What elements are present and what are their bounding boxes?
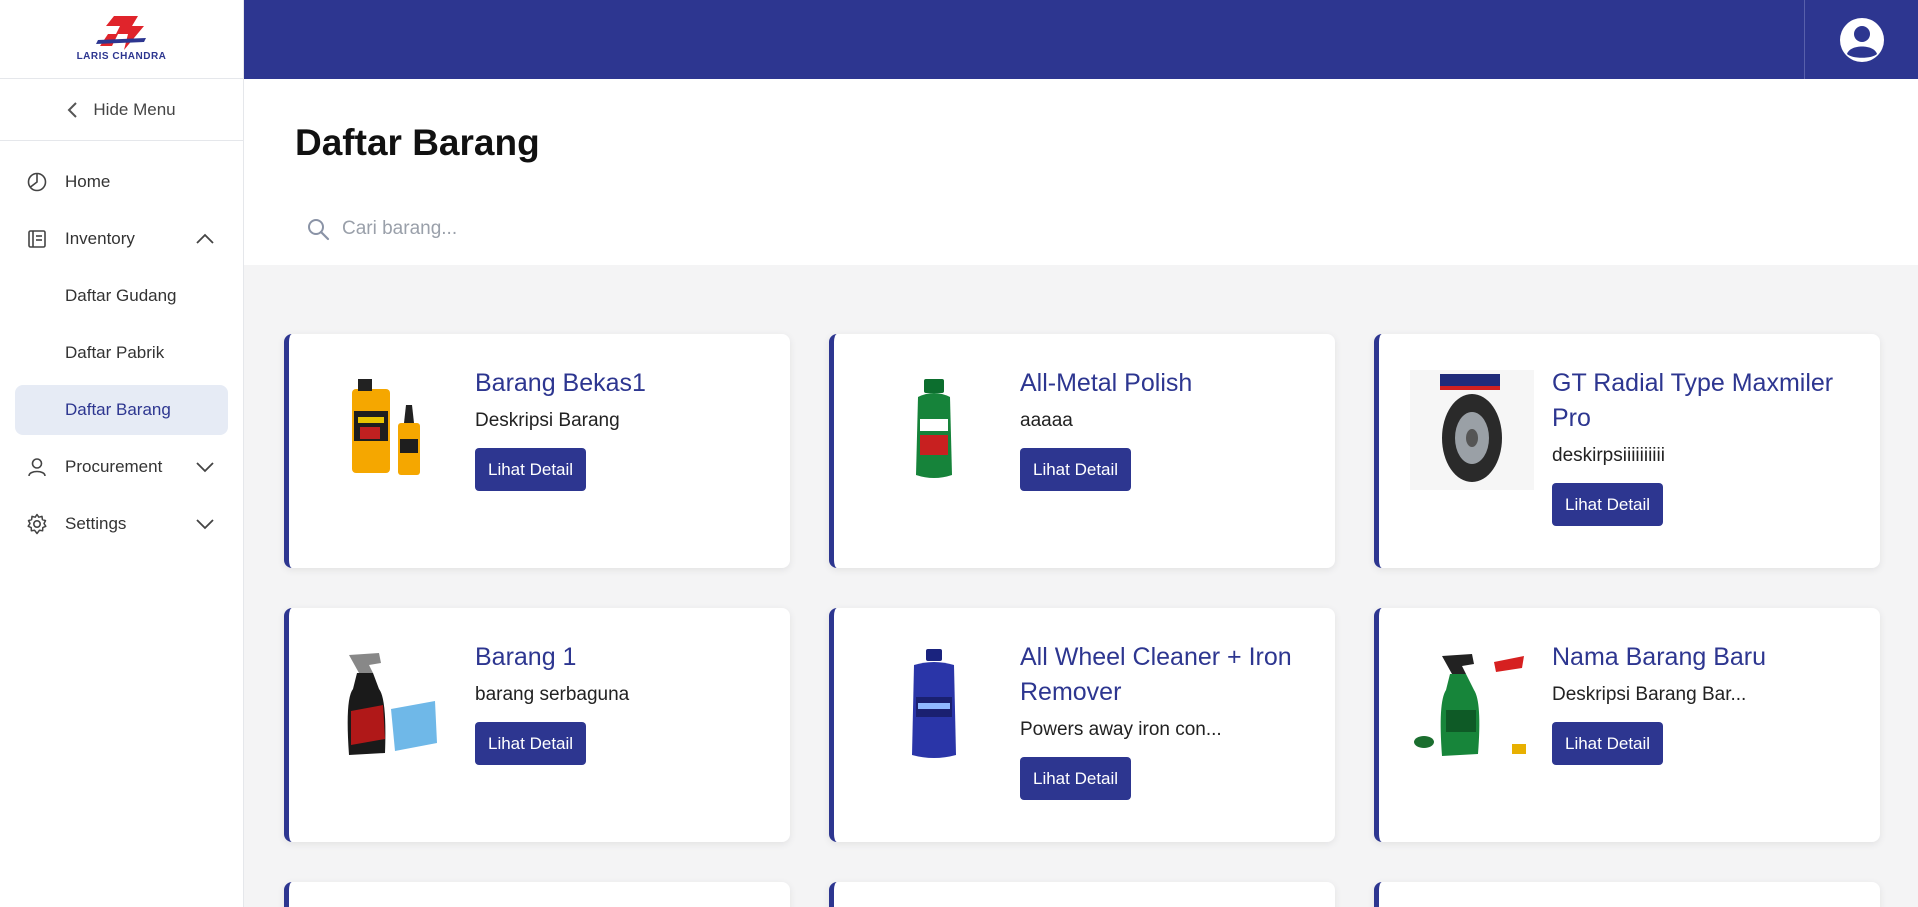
sidebar-nav: Home Inventory Daftar Gudang Daftar Pabr…: [0, 141, 243, 552]
product-image: [1409, 647, 1535, 760]
product-image: [1409, 369, 1535, 490]
search-icon: [308, 219, 330, 241]
view-detail-button[interactable]: Lihat Detail: [1552, 722, 1664, 765]
product-card: Barang Bekas1 Deskripsi Barang Lihat Det…: [284, 334, 790, 568]
product-card: Barang 1 barang serbaguna Lihat Detail: [284, 608, 790, 842]
product-card: [829, 882, 1335, 907]
product-name[interactable]: All Wheel Cleaner + Iron Remover: [1020, 640, 1320, 710]
product-grid: Barang Bekas1 Deskripsi Barang Lihat Det…: [284, 334, 1880, 907]
product-image: [877, 647, 990, 760]
hide-menu-label: Hide Menu: [93, 99, 176, 119]
product-card: [284, 882, 790, 907]
gear-icon: [26, 513, 48, 535]
hide-menu-button[interactable]: Hide Menu: [0, 79, 243, 141]
product-description: Deskripsi Barang: [475, 410, 620, 431]
sidebar-item-label: Inventory: [65, 228, 135, 248]
view-detail-button[interactable]: Lihat Detail: [1552, 483, 1664, 526]
product-card: GT Radial Type Maxmiler Pro deskirpsiiii…: [1374, 334, 1880, 568]
product-description: aaaaa: [1020, 410, 1073, 431]
sidebar-subitem-daftar-barang[interactable]: Daftar Barang: [15, 385, 228, 435]
product-image: [332, 647, 445, 760]
sidebar-item-label: Settings: [65, 513, 127, 533]
product-card: All-Metal Polish aaaaa Lihat Detail: [829, 334, 1335, 568]
product-description: Powers away iron con...: [1020, 719, 1222, 740]
user-avatar-icon: [1839, 17, 1884, 62]
list-document-icon: [26, 228, 48, 250]
sidebar-subitem-daftar-pabrik[interactable]: Daftar Pabrik: [0, 324, 243, 381]
product-image: [877, 373, 990, 486]
sidebar-item-home[interactable]: Home: [0, 153, 243, 210]
chevron-up-icon: [196, 233, 214, 244]
product-description: barang serbaguna: [475, 684, 630, 705]
view-detail-button[interactable]: Lihat Detail: [1020, 757, 1132, 800]
chevron-down-icon: [196, 461, 214, 472]
product-card: All Wheel Cleaner + Iron Remover Powers …: [829, 608, 1335, 842]
view-detail-button[interactable]: Lihat Detail: [475, 722, 587, 765]
user-menu-button[interactable]: [1804, 0, 1918, 79]
sidebar-item-label: Home: [65, 171, 111, 191]
sidebar-item-label: Procurement: [65, 456, 163, 476]
product-description: deskirpsiiiiiiiiii: [1552, 445, 1665, 466]
user-icon: [26, 456, 48, 478]
view-detail-button[interactable]: Lihat Detail: [1020, 448, 1132, 491]
view-detail-button[interactable]: Lihat Detail: [475, 448, 587, 491]
product-card: Nama Barang Baru Deskripsi Barang Bar...…: [1374, 608, 1880, 842]
sidebar-subitem-daftar-gudang[interactable]: Daftar Gudang: [0, 267, 243, 324]
logo-area: LARIS CHANDRA: [0, 0, 243, 79]
logo-mark-icon: [95, 16, 146, 50]
chevron-down-icon: [196, 518, 214, 529]
chart-pie-icon: [26, 171, 48, 193]
sidebar-item-settings[interactable]: Settings: [0, 495, 243, 552]
sidebar-item-procurement[interactable]: Procurement: [0, 438, 243, 495]
sidebar-item-inventory[interactable]: Inventory: [0, 210, 243, 267]
product-name[interactable]: Barang 1: [475, 640, 775, 675]
product-name[interactable]: All-Metal Polish: [1020, 366, 1320, 401]
page-title: Daftar Barang: [295, 122, 540, 163]
product-description: Deskripsi Barang Bar...: [1552, 684, 1747, 705]
product-image: [332, 373, 445, 486]
product-card: [1374, 882, 1880, 907]
product-name[interactable]: Barang Bekas1: [475, 366, 775, 401]
search-bar: [306, 211, 906, 247]
top-bar: [244, 0, 1918, 79]
logo[interactable]: LARIS CHANDRA: [77, 16, 167, 62]
chevron-left-icon: [67, 101, 78, 118]
product-name[interactable]: Nama Barang Baru: [1552, 640, 1852, 675]
page-header: Daftar Barang: [244, 79, 1918, 265]
logo-text: LARIS CHANDRA: [76, 51, 167, 62]
search-input[interactable]: [342, 218, 882, 240]
product-name[interactable]: GT Radial Type Maxmiler Pro: [1552, 366, 1852, 436]
sidebar: LARIS CHANDRA Hide Menu Home Inventory D…: [0, 0, 244, 907]
